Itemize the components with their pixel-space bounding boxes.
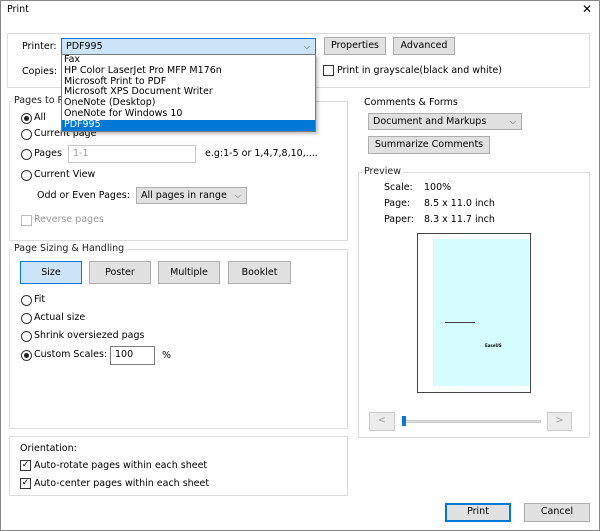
custom-scale-label: Custom Scales: [34, 349, 108, 360]
prev-page-button[interactable]: < [369, 412, 395, 431]
actual-size-radio[interactable] [21, 313, 32, 324]
fit-label: Fit [34, 294, 46, 305]
dialog-title: Print [7, 4, 29, 15]
sizing-group-title: Page Sizing & Handling [12, 243, 127, 254]
current-view-radio[interactable] [21, 170, 32, 181]
comments-title: Comments & Forms [364, 97, 458, 108]
preview-paper: EaseUS [417, 233, 531, 393]
booklet-tab[interactable]: Booklet [228, 261, 291, 284]
pages-example: e.g:1-5 or 1,4,7,8,10,.... [205, 148, 318, 159]
scale-label: Scale: [384, 182, 413, 193]
printer-dropdown-list: Fax HP Color LaserJet Pro MFP M176n Micr… [61, 54, 316, 132]
actual-size-label: Actual size [34, 312, 86, 323]
page-value: 8.5 x 11.0 inch [424, 198, 495, 209]
percent-label: % [162, 350, 172, 361]
current-view-label: Current View [34, 169, 96, 180]
auto-center-label: Auto-center pages within each sheet [34, 478, 210, 489]
multiple-tab[interactable]: Multiple [158, 261, 220, 284]
reverse-label: Reverse pages [34, 214, 104, 225]
fit-radio[interactable] [21, 295, 32, 306]
pages-input[interactable]: 1-1 [68, 145, 196, 163]
shrink-label: Shrink oversiezed pags [34, 330, 145, 341]
pages-radio[interactable] [21, 149, 32, 160]
printer-option-selected[interactable]: PDF995 [62, 119, 315, 131]
current-page-radio[interactable] [21, 129, 32, 140]
paper-value: 8.3 x 11.7 inch [424, 214, 495, 225]
auto-center-checkbox[interactable]: ✓ [20, 478, 31, 489]
preview-doc-text: EaseUS [485, 343, 502, 348]
printer-option[interactable]: HP Color LaserJet Pro MFP M176n [62, 65, 315, 77]
orientation-title: Orientation: [20, 443, 77, 454]
reverse-checkbox[interactable] [21, 215, 32, 226]
grayscale-label: Print in grayscale(black and white) [337, 65, 502, 76]
page-label: Page: [384, 198, 411, 209]
summarize-comments-button[interactable]: Summarize Comments [368, 136, 490, 154]
printer-label: Printer: [22, 41, 57, 52]
grayscale-checkbox[interactable] [323, 65, 334, 76]
printer-select[interactable]: PDF995 ⌵ [61, 38, 316, 55]
all-radio[interactable] [21, 113, 32, 124]
paper-label: Paper: [384, 214, 414, 225]
custom-scale-radio[interactable] [21, 350, 32, 361]
chevron-down-icon: ⌵ [234, 191, 241, 200]
close-icon[interactable]: ✕ [582, 2, 592, 16]
comments-select[interactable]: Document and Markups ⌵ [368, 113, 522, 130]
auto-rotate-label: Auto-rotate pages within each sheet [34, 460, 208, 471]
page-slider-thumb[interactable] [402, 416, 406, 426]
cancel-button[interactable]: Cancel [524, 503, 590, 522]
pages-label: Pages [34, 148, 62, 159]
advanced-button[interactable]: Advanced [393, 37, 455, 55]
odd-even-label: Odd or Even Pages: [37, 190, 130, 201]
custom-scale-input[interactable]: 100 [110, 346, 155, 365]
chevron-down-icon: ⌵ [303, 42, 310, 51]
next-page-button[interactable]: > [547, 412, 572, 431]
properties-button[interactable]: Properties [324, 37, 386, 55]
odd-even-select[interactable]: All pages in range ⌵ [136, 187, 247, 204]
poster-tab[interactable]: Poster [89, 261, 151, 284]
auto-rotate-checkbox[interactable]: ✓ [20, 460, 31, 471]
print-button[interactable]: Print [445, 503, 511, 522]
preview-page: EaseUS [433, 239, 529, 386]
all-label: All [34, 112, 46, 123]
shrink-radio[interactable] [21, 331, 32, 342]
preview-text-line [445, 322, 475, 323]
preview-title: Preview [362, 166, 403, 177]
copies-label: Copies: [22, 66, 58, 77]
page-slider-track[interactable] [403, 420, 541, 423]
size-tab[interactable]: Size [20, 261, 82, 284]
scale-value: 100% [424, 182, 452, 193]
chevron-down-icon: ⌵ [509, 117, 516, 126]
